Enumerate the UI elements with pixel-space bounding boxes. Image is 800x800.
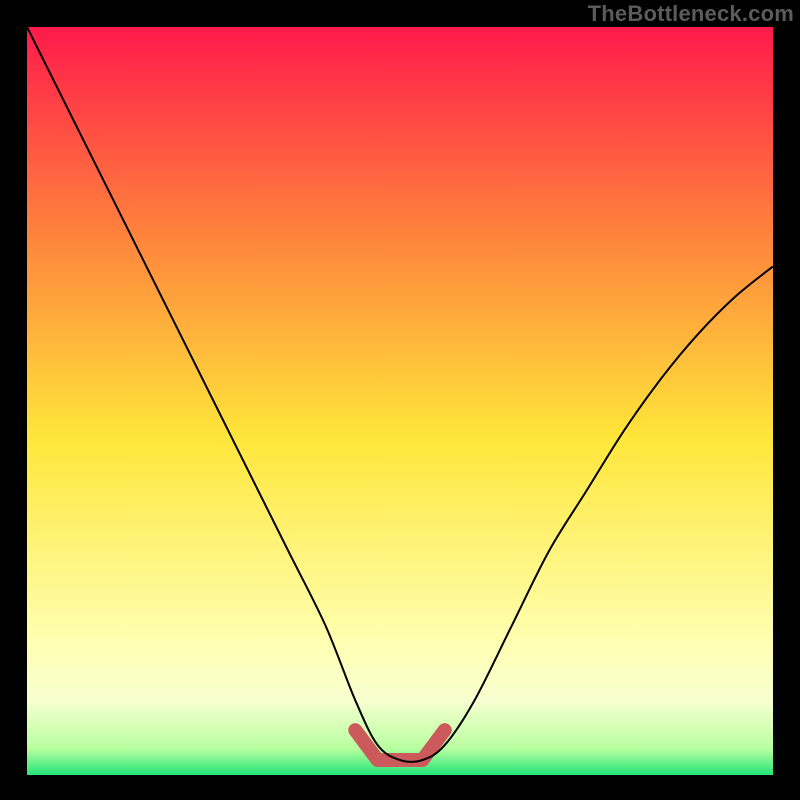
bottleneck-chart <box>0 0 800 800</box>
gradient-background <box>27 27 773 775</box>
chart-frame: TheBottleneck.com <box>0 0 800 800</box>
watermark-text: TheBottleneck.com <box>588 1 794 27</box>
